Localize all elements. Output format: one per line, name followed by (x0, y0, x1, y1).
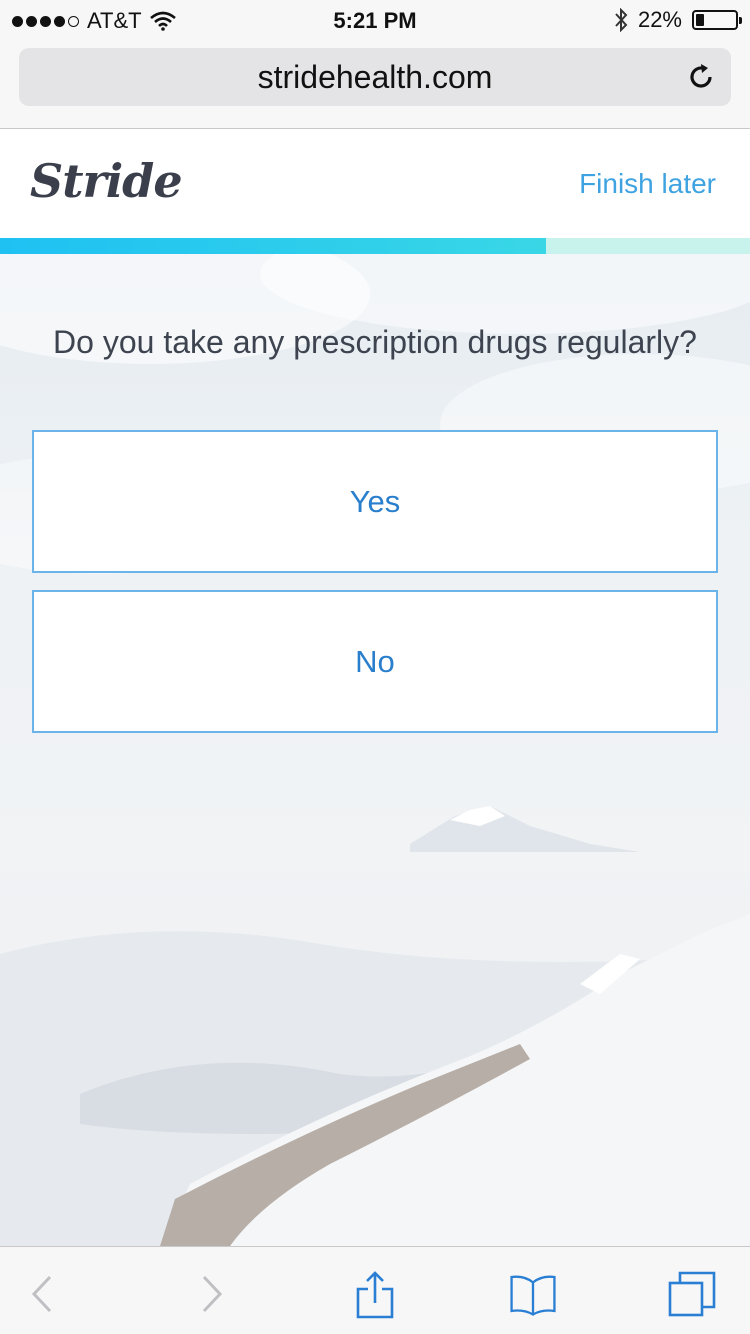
bookmarks-icon[interactable] (508, 1269, 558, 1319)
back-icon[interactable] (18, 1269, 68, 1319)
share-icon[interactable] (350, 1269, 400, 1319)
url-text[interactable]: stridehealth.com (19, 48, 731, 106)
mountain-background-image (0, 254, 750, 1246)
status-bar: AT&T 5:21 PM 22% (0, 0, 750, 40)
browser-address-area: stridehealth.com (0, 40, 750, 129)
browser-toolbar (0, 1246, 750, 1334)
finish-later-link[interactable]: Finish later (579, 168, 716, 200)
battery-percent: 22% (637, 7, 682, 32)
reload-icon[interactable] (685, 61, 717, 93)
no-option-button[interactable]: No (32, 590, 718, 733)
progress-track (0, 238, 750, 254)
progress-bar (0, 238, 546, 254)
yes-option-button[interactable]: Yes (32, 430, 718, 573)
content-area: Do you take any prescription drugs regul… (0, 254, 750, 1246)
forward-icon[interactable] (186, 1269, 236, 1319)
stride-logo[interactable]: Stride (30, 154, 183, 208)
battery-icon (692, 10, 742, 30)
battery-fill (696, 14, 704, 26)
bluetooth-icon (615, 8, 628, 32)
status-bar-right: 22% (614, 7, 742, 33)
site-header: Stride Finish later (0, 130, 750, 238)
tabs-icon[interactable] (668, 1269, 718, 1319)
question-text: Do you take any prescription drugs regul… (53, 324, 697, 360)
address-bar[interactable]: stridehealth.com (19, 48, 731, 106)
